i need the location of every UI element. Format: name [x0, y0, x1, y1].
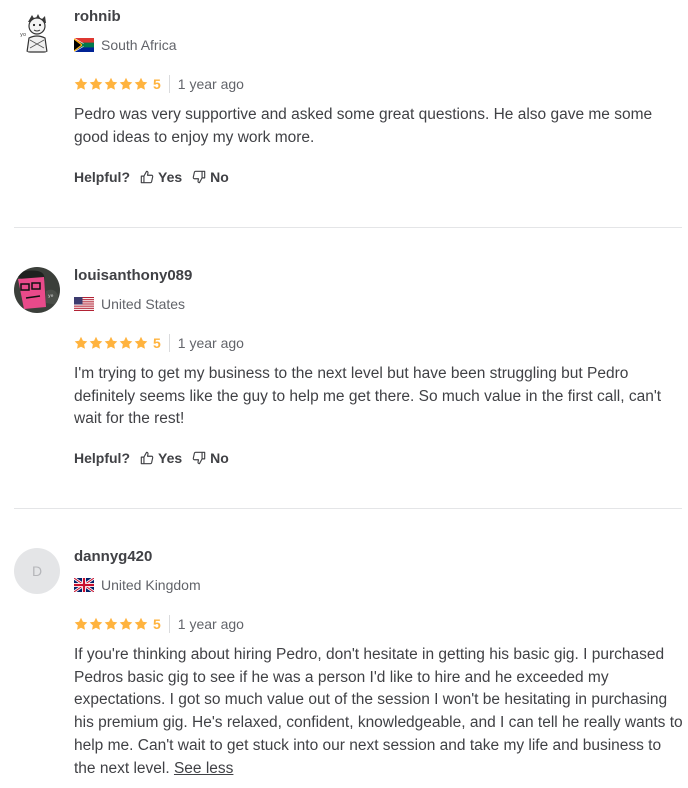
- star-icon: [119, 77, 133, 90]
- review-body: If you're thinking about hiring Pedro, d…: [74, 646, 683, 777]
- star-icon: [104, 336, 118, 349]
- star-icon: [134, 77, 148, 90]
- star-icon: [74, 336, 88, 349]
- star-icon: [89, 617, 103, 630]
- review-time: 1 year ago: [177, 76, 244, 92]
- united-states-flag-icon: [74, 297, 94, 311]
- star-icon: [134, 617, 148, 630]
- helpful-row: Helpful? Yes No: [74, 450, 229, 466]
- user-avatar-illustration: ye: [14, 267, 60, 313]
- review-text: Pedro was very supportive and asked some…: [74, 106, 653, 146]
- review-time: 1 year ago: [177, 616, 244, 632]
- helpful-label: Helpful?: [74, 169, 130, 185]
- no-label: No: [210, 169, 229, 185]
- star-icon: [74, 617, 88, 630]
- country-name: United Kingdom: [101, 577, 201, 593]
- username[interactable]: dannyg420: [74, 548, 152, 565]
- thumbs-down-icon: [192, 170, 206, 184]
- helpful-label: Helpful?: [74, 450, 130, 466]
- username[interactable]: rohnib: [74, 8, 121, 25]
- avatar[interactable]: ye: [14, 267, 60, 313]
- rating-row: 5 1 year ago: [74, 334, 244, 352]
- review-divider: [14, 508, 682, 509]
- review-text: I'm trying to get my business to the nex…: [74, 365, 662, 428]
- divider: [168, 615, 170, 633]
- svg-text:ye: ye: [48, 294, 54, 299]
- reviewer-country: United States: [74, 296, 185, 312]
- yes-label: Yes: [158, 450, 183, 466]
- star-rating: [74, 336, 148, 350]
- rating-score: 5: [153, 76, 161, 92]
- see-less-link[interactable]: See less: [174, 760, 233, 777]
- star-icon: [119, 336, 133, 349]
- helpful-no-button[interactable]: No: [192, 450, 229, 466]
- rating-row: 5 1 year ago: [74, 615, 244, 633]
- rating-row: 5 1 year ago: [74, 75, 244, 93]
- avatar[interactable]: yo: [14, 8, 60, 54]
- rating-score: 5: [153, 335, 161, 351]
- star-icon: [89, 77, 103, 90]
- star-icon: [89, 336, 103, 349]
- star-icon: [104, 77, 118, 90]
- helpful-row: Helpful? Yes No: [74, 169, 229, 185]
- user-avatar-illustration: yo: [14, 8, 60, 54]
- review-text: If you're thinking about hiring Pedro, d…: [74, 644, 684, 780]
- reviewer-country: United Kingdom: [74, 577, 201, 593]
- yes-label: Yes: [158, 169, 183, 185]
- star-rating: [74, 77, 148, 91]
- thumbs-up-icon: [140, 170, 154, 184]
- divider: [168, 334, 170, 352]
- country-name: South Africa: [101, 37, 177, 53]
- star-icon: [74, 77, 88, 90]
- star-icon: [134, 336, 148, 349]
- united-kingdom-flag-icon: [74, 578, 94, 592]
- avatar-initial: D: [31, 563, 43, 579]
- review-divider: [14, 227, 682, 228]
- username[interactable]: louisanthony089: [74, 267, 192, 284]
- reviewer-country: South Africa: [74, 37, 177, 53]
- helpful-yes-button[interactable]: Yes: [140, 169, 182, 185]
- star-icon: [119, 617, 133, 630]
- south-africa-flag-icon: [74, 38, 94, 52]
- star-rating: [74, 617, 148, 631]
- thumbs-down-icon: [192, 451, 206, 465]
- country-name: United States: [101, 296, 186, 312]
- star-icon: [104, 617, 118, 630]
- review-time: 1 year ago: [177, 335, 244, 351]
- svg-text:yo: yo: [20, 32, 26, 38]
- avatar[interactable]: D: [14, 548, 60, 594]
- no-label: No: [210, 450, 229, 466]
- helpful-yes-button[interactable]: Yes: [140, 450, 182, 466]
- thumbs-up-icon: [140, 451, 154, 465]
- rating-score: 5: [153, 616, 161, 632]
- helpful-no-button[interactable]: No: [192, 169, 229, 185]
- divider: [168, 75, 170, 93]
